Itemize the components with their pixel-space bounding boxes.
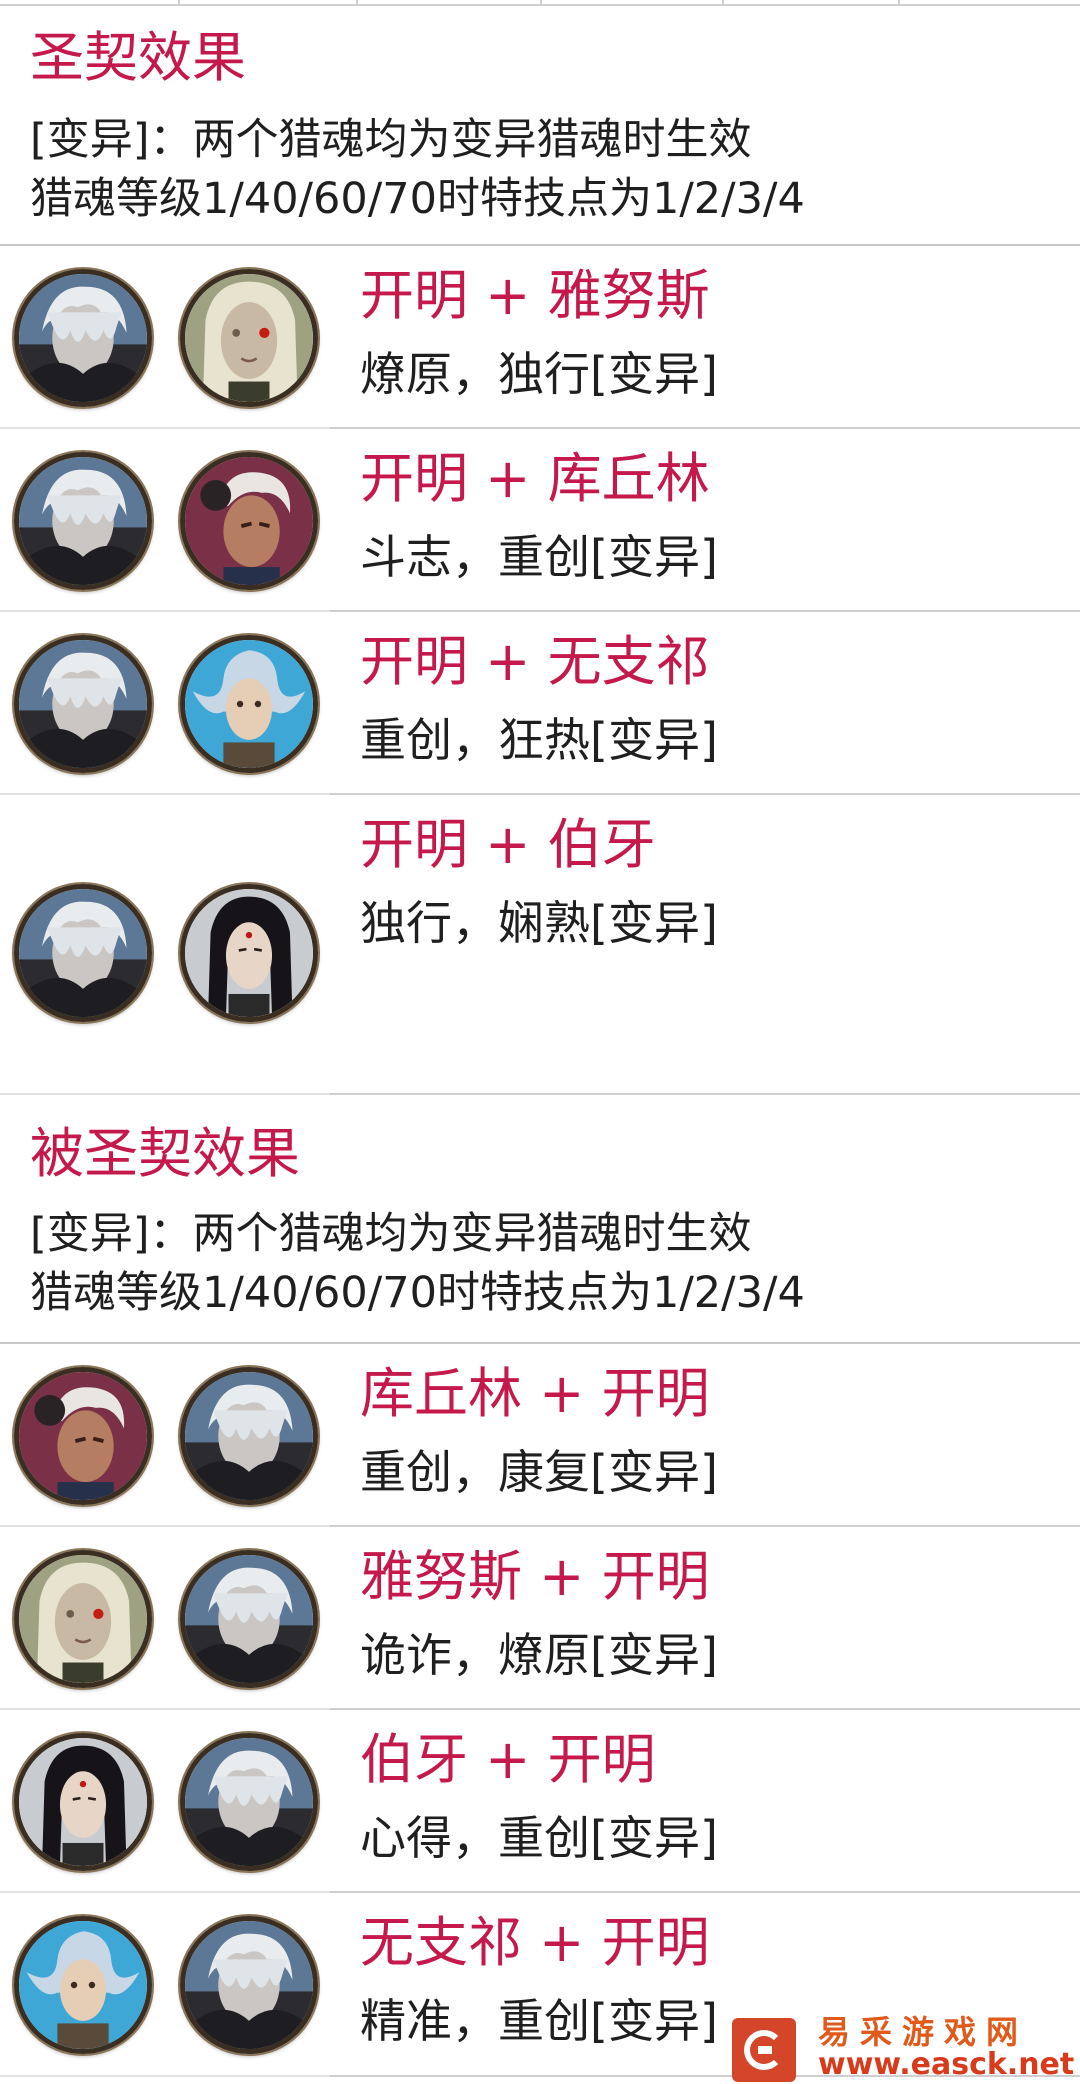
combo-row[interactable]: 伯牙 + 开明心得，重创[变异] [0,1710,1080,1893]
section-desc-line2: 猎魂等级1/40/60/70时特技点为1/2/3/4 [30,174,805,224]
combo-title: 开明 + 无支祁 [360,630,710,693]
avatar-boya[interactable] [180,884,318,1022]
combo-title: 开明 + 雅努斯 [360,264,710,327]
combo-row[interactable]: 开明 + 库丘林斗志，重创[变异] [0,429,1080,612]
avatar-boya[interactable] [14,1733,152,1871]
site-logo-icon [732,2018,796,2082]
avatar-kaiming[interactable] [180,1916,318,2054]
combo-row[interactable]: 雅努斯 + 开明诡诈，燎原[变异] [0,1527,1080,1710]
combo-row[interactable]: 库丘林 + 开明重创，康复[变异] [0,1344,1080,1527]
combo-skills: 精准，重创[变异] [360,1994,718,2048]
section-shengqi: 圣契效果 [变异]：两个猎魂均为变异猎魂时生效 猎魂等级1/40/60/70时特… [0,0,1080,246]
watermark-url: www.easck.net [818,2047,1075,2082]
combo-row[interactable]: 开明 + 伯牙独行，娴熟[变异] [0,795,1080,1095]
avatar-kaiming[interactable] [14,884,152,1022]
section-bei-shengqi: 被圣契效果 [变异]：两个猎魂均为变异猎魂时生效 猎魂等级1/40/60/70时… [0,1094,1080,1344]
combo-skills: 重创，狂热[变异] [360,713,718,767]
combo-skills: 重创，康复[变异] [360,1445,718,1499]
avatar-kaiming[interactable] [14,452,152,590]
combo-row[interactable]: 开明 + 雅努斯燎原，独行[变异] [0,246,1080,429]
section-desc-line1: [变异]：两个猎魂均为变异猎魂时生效 [30,1209,752,1259]
combo-skills: 燎原，独行[变异] [360,347,718,401]
combo-title: 伯牙 + 开明 [360,1728,656,1791]
combo-skills: 心得，重创[变异] [360,1811,718,1865]
section-title: 被圣契效果 [30,1122,300,1185]
combo-title: 库丘林 + 开明 [360,1362,710,1425]
avatar-kaiming[interactable] [180,1367,318,1505]
avatar-kuqiulin[interactable] [180,452,318,590]
combo-title: 开明 + 库丘林 [360,447,710,510]
avatar-yanusi[interactable] [180,269,318,407]
avatar-kuqiulin[interactable] [14,1367,152,1505]
section-title: 圣契效果 [30,26,246,89]
avatar-kaiming[interactable] [180,1550,318,1688]
combo-title: 无支祁 + 开明 [360,1911,710,1974]
combo-skills: 独行，娴熟[变异] [360,896,718,950]
combo-row[interactable]: 开明 + 无支祁重创，狂热[变异] [0,612,1080,795]
avatar-kaiming[interactable] [14,269,152,407]
avatar-kaiming[interactable] [180,1733,318,1871]
watermark-title: 易采游戏网 [818,2013,1029,2051]
combo-title: 开明 + 伯牙 [360,813,656,876]
avatar-kaiming[interactable] [14,635,152,773]
section-desc-line1: [变异]：两个猎魂均为变异猎魂时生效 [30,115,752,165]
avatar-wuzhiqi[interactable] [180,635,318,773]
combo-title: 雅努斯 + 开明 [360,1545,710,1608]
avatar-wuzhiqi[interactable] [14,1916,152,2054]
section-desc-line2: 猎魂等级1/40/60/70时特技点为1/2/3/4 [30,1268,805,1318]
combo-skills: 诡诈，燎原[变异] [360,1628,718,1682]
site-watermark: 易采游戏网 www.easck.net [732,2014,1080,2084]
avatar-yanusi[interactable] [14,1550,152,1688]
combo-skills: 斗志，重创[变异] [360,530,718,584]
